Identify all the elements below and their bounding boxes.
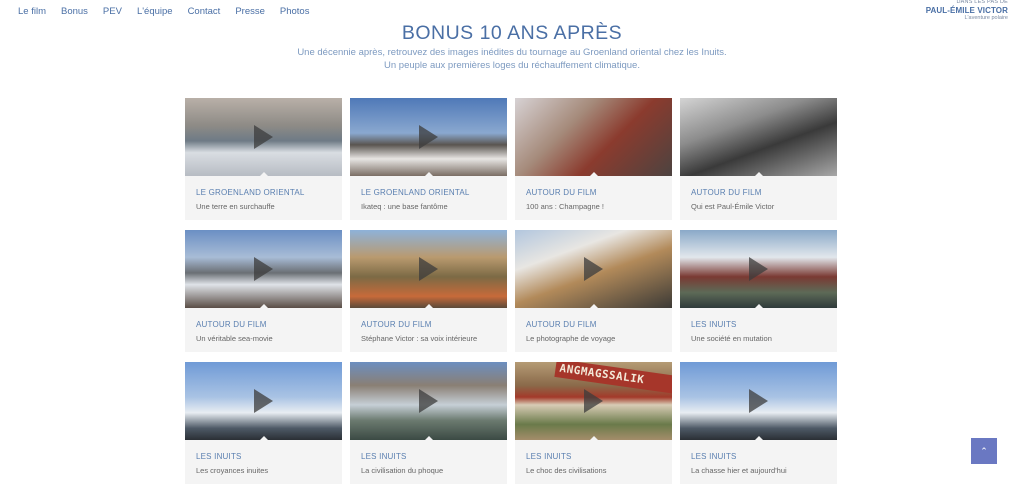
card-caption[interactable]: Une société en mutation	[691, 334, 772, 343]
video-thumbnail[interactable]	[350, 98, 507, 176]
card-caption[interactable]: Le photographe de voyage	[526, 334, 615, 343]
video-card[interactable]: AUTOUR DU FILM Le photographe de voyage	[515, 230, 672, 352]
video-card[interactable]: LES INUITS Une société en mutation	[680, 230, 837, 352]
caret-up-icon	[589, 304, 599, 308]
video-thumbnail[interactable]: ANGMAGSSALIK	[515, 362, 672, 440]
video-thumbnail[interactable]	[515, 98, 672, 176]
video-card[interactable]: AUTOUR DU FILM Qui est Paul-Émile Victor	[680, 98, 837, 220]
video-thumbnail[interactable]	[185, 230, 342, 308]
card-category: LE GROENLAND ORIENTAL	[361, 188, 470, 197]
caret-up-icon	[424, 436, 434, 440]
caret-up-icon	[589, 436, 599, 440]
video-card[interactable]: LE GROENLAND ORIENTAL Une terre en surch…	[185, 98, 342, 220]
brand-logo[interactable]: DANS LES PAS DE PAUL-ÉMILE VICTOR L'aven…	[926, 0, 1008, 21]
nav-link-pev[interactable]: PEV	[103, 6, 122, 18]
card-caption[interactable]: Le choc des civilisations	[526, 466, 606, 475]
play-icon[interactable]	[749, 389, 768, 413]
play-icon[interactable]	[584, 257, 603, 281]
caret-up-icon	[259, 436, 269, 440]
card-caption[interactable]: Qui est Paul-Émile Victor	[691, 202, 774, 211]
card-caption[interactable]: 100 ans : Champagne !	[526, 202, 604, 211]
nav-link-equipe[interactable]: L'équipe	[137, 6, 173, 18]
card-caption[interactable]: Stéphane Victor : sa voix intérieure	[361, 334, 477, 343]
brand-line-1: DANS LES PAS DE	[956, 0, 1008, 5]
caret-up-icon	[424, 304, 434, 308]
video-card[interactable]: AUTOUR DU FILM Stéphane Victor : sa voix…	[350, 230, 507, 352]
card-category: LES INUITS	[691, 452, 737, 461]
nav-link-le-film[interactable]: Le film	[18, 6, 46, 18]
video-card[interactable]: ANGMAGSSALIK LES INUITS Le choc des civi…	[515, 362, 672, 484]
subtitle-line-2: Un peuple aux premières loges du réchauf…	[384, 60, 640, 71]
video-card[interactable]: LE GROENLAND ORIENTAL Ikateq : une base …	[350, 98, 507, 220]
card-category: LES INUITS	[526, 452, 572, 461]
page-subtitle: Une décennie après, retrouvez des images…	[0, 46, 1024, 72]
nav-link-bonus[interactable]: Bonus	[61, 6, 88, 18]
page-title: BONUS 10 ANS APRÈS	[401, 22, 623, 44]
card-category: LES INUITS	[361, 452, 407, 461]
card-category: AUTOUR DU FILM	[691, 188, 762, 197]
card-category: LE GROENLAND ORIENTAL	[196, 188, 305, 197]
video-thumbnail[interactable]	[515, 230, 672, 308]
scroll-to-top-button[interactable]: ⌃	[971, 438, 997, 464]
card-caption[interactable]: Un véritable sea-movie	[196, 334, 273, 343]
caret-up-icon	[589, 172, 599, 176]
brand-line-2: PAUL-ÉMILE VICTOR	[925, 5, 1008, 15]
video-card[interactable]: AUTOUR DU FILM 100 ans : Champagne !	[515, 98, 672, 220]
caret-up-icon	[259, 304, 269, 308]
video-thumbnail[interactable]	[185, 362, 342, 440]
card-caption[interactable]: Une terre en surchauffe	[196, 202, 275, 211]
video-card[interactable]: LES INUITS Les croyances inuites	[185, 362, 342, 484]
card-category: LES INUITS	[196, 452, 242, 461]
brand-line-3: L'aventure polaire	[964, 14, 1008, 21]
video-grid: LE GROENLAND ORIENTAL Une terre en surch…	[185, 98, 838, 484]
play-icon[interactable]	[749, 257, 768, 281]
caret-up-icon	[754, 172, 764, 176]
play-icon[interactable]	[584, 389, 603, 413]
top-nav: Le film Bonus PEV L'équipe Contact Press…	[18, 6, 324, 18]
card-category: AUTOUR DU FILM	[196, 320, 267, 329]
play-icon[interactable]	[254, 389, 273, 413]
card-category: AUTOUR DU FILM	[526, 188, 597, 197]
play-icon[interactable]	[419, 389, 438, 413]
caret-up-icon	[259, 172, 269, 176]
card-caption[interactable]: Les croyances inuites	[196, 466, 268, 475]
video-thumbnail[interactable]	[185, 98, 342, 176]
subtitle-line-1: Une décennie après, retrouvez des images…	[297, 47, 727, 58]
video-card[interactable]: AUTOUR DU FILM Un véritable sea-movie	[185, 230, 342, 352]
video-card[interactable]: LES INUITS La civilisation du phoque	[350, 362, 507, 484]
nav-link-presse[interactable]: Presse	[235, 6, 265, 18]
card-category: LES INUITS	[691, 320, 737, 329]
chevron-up-icon: ⌃	[980, 446, 988, 456]
video-thumbnail[interactable]	[680, 230, 837, 308]
video-thumbnail[interactable]	[350, 362, 507, 440]
card-category: AUTOUR DU FILM	[361, 320, 432, 329]
thumbnail-sign: ANGMAGSSALIK	[554, 362, 672, 395]
play-icon[interactable]	[254, 257, 273, 281]
card-caption[interactable]: La civilisation du phoque	[361, 466, 443, 475]
caret-up-icon	[754, 304, 764, 308]
card-category: AUTOUR DU FILM	[526, 320, 597, 329]
play-icon[interactable]	[419, 125, 438, 149]
video-card[interactable]: LES INUITS La chasse hier et aujourd'hui	[680, 362, 837, 484]
caret-up-icon	[754, 436, 764, 440]
card-caption[interactable]: La chasse hier et aujourd'hui	[691, 466, 787, 475]
nav-link-photos[interactable]: Photos	[280, 6, 310, 18]
card-caption[interactable]: Ikateq : une base fantôme	[361, 202, 448, 211]
video-thumbnail[interactable]	[680, 98, 837, 176]
play-icon[interactable]	[254, 125, 273, 149]
video-thumbnail[interactable]	[680, 362, 837, 440]
nav-link-contact[interactable]: Contact	[188, 6, 221, 18]
caret-up-icon	[424, 172, 434, 176]
play-icon[interactable]	[419, 257, 438, 281]
video-thumbnail[interactable]	[350, 230, 507, 308]
